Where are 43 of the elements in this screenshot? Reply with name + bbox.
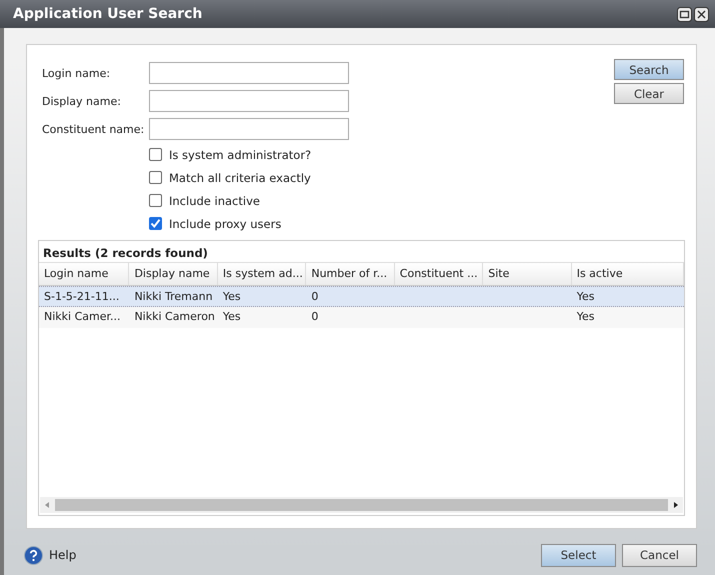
column-header[interactable]: Number of r... bbox=[306, 263, 395, 285]
input-field[interactable] bbox=[149, 90, 349, 112]
column-header[interactable]: Display name bbox=[129, 263, 218, 285]
checkbox-label: Include proxy users bbox=[169, 216, 282, 230]
table-row[interactable]: S-1-5-21-11... Nikki Tremann Yes 0 Yes bbox=[39, 286, 684, 307]
help-link[interactable]: Help bbox=[49, 548, 76, 562]
horizontal-scrollbar[interactable] bbox=[40, 497, 683, 513]
search-button[interactable]: Search bbox=[614, 59, 684, 80]
input-field[interactable] bbox=[149, 118, 349, 140]
checkbox[interactable] bbox=[149, 217, 162, 230]
select-button[interactable]: Select bbox=[541, 544, 616, 566]
table-cell-text: Nikki Camer... bbox=[43, 309, 122, 325]
window-title: Application User Search bbox=[13, 6, 202, 22]
table-cell-text: Yes bbox=[222, 289, 242, 305]
input-field[interactable] bbox=[149, 62, 349, 84]
cancel-button[interactable]: Cancel bbox=[622, 544, 697, 566]
table-cell-text: Nikki Tremann bbox=[133, 289, 214, 305]
column-header[interactable]: Site bbox=[483, 263, 572, 285]
table-row[interactable]: Nikki Camer... Nikki Cameron Yes 0 Yes bbox=[39, 307, 684, 328]
checkbox-label: Include inactive bbox=[169, 194, 260, 208]
clear-button[interactable]: Clear bbox=[614, 83, 684, 104]
checkbox-label: Match all criteria exactly bbox=[169, 170, 311, 184]
table-cell-text: Yes bbox=[222, 309, 242, 325]
table-cell-text: 0 bbox=[310, 289, 320, 305]
column-header[interactable]: Login name bbox=[39, 263, 130, 285]
help-icon[interactable] bbox=[24, 546, 43, 564]
column-header[interactable]: Constituent ... bbox=[394, 263, 484, 285]
table-cell-text: S-1-5-21-11... bbox=[43, 289, 120, 305]
table-cell-text: Yes bbox=[576, 289, 596, 305]
checkbox[interactable] bbox=[149, 171, 162, 184]
checkbox-label: Is system administrator? bbox=[169, 148, 312, 162]
column-header[interactable]: Is active bbox=[572, 263, 684, 285]
checkbox[interactable] bbox=[149, 194, 162, 207]
table-cell-text: Yes bbox=[576, 309, 596, 325]
field-label: Display name: bbox=[41, 94, 122, 108]
maximize-icon[interactable] bbox=[677, 6, 692, 22]
column-header[interactable]: Is system ad... bbox=[218, 263, 306, 285]
table-cell-text: Nikki Cameron bbox=[133, 309, 216, 325]
field-label: Constituent name: bbox=[41, 122, 146, 136]
close-icon[interactable] bbox=[694, 6, 709, 22]
field-label: Login name: bbox=[41, 66, 112, 80]
table-cell-text: 0 bbox=[310, 309, 320, 325]
checkbox[interactable] bbox=[149, 148, 162, 161]
